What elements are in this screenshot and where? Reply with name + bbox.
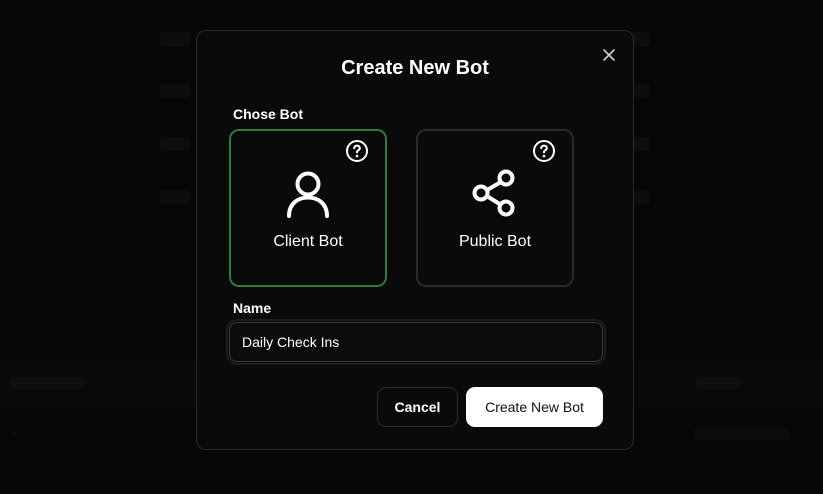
- bot-type-label: Chose Bot: [233, 106, 303, 122]
- create-bot-button[interactable]: Create New Bot: [466, 387, 603, 427]
- name-label: Name: [233, 300, 272, 316]
- bot-option-client[interactable]: Client Bot: [229, 129, 387, 287]
- help-icon[interactable]: [532, 139, 556, 163]
- bot-option-public[interactable]: Public Bot: [416, 129, 574, 287]
- dialog-title: Create New Bot: [341, 57, 489, 79]
- share-icon: [472, 169, 515, 217]
- help-icon[interactable]: [345, 139, 369, 163]
- create-bot-dialog: Create New Bot Chose Bot Client Bot Publ…: [196, 30, 634, 450]
- cancel-button[interactable]: Cancel: [377, 387, 458, 427]
- bot-option-label: Public Bot: [458, 233, 532, 250]
- bot-option-label: Client Bot: [273, 233, 343, 250]
- bot-name-input[interactable]: [226, 319, 606, 365]
- user-icon: [287, 171, 329, 218]
